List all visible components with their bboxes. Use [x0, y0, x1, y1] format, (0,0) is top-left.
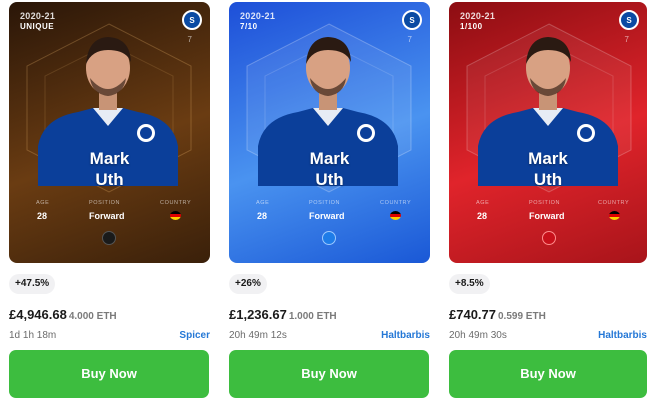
- germany-flag-icon: [609, 211, 620, 220]
- age-value: 28: [477, 211, 488, 221]
- player-last-name: Uth: [95, 170, 124, 189]
- age-label: AGE: [476, 200, 490, 206]
- position-value: Forward: [309, 211, 345, 221]
- age-label: AGE: [256, 200, 270, 206]
- price-eth: 1.000 ETH: [288, 311, 337, 322]
- season-label: 2020-21: [460, 11, 496, 21]
- time-left: 1d 1h 18m: [9, 330, 57, 341]
- schalke-crest-icon: S: [182, 10, 202, 30]
- price-fiat: £4,946.68: [9, 307, 67, 322]
- age-value: 28: [37, 211, 48, 221]
- price-eth: 4.000 ETH: [68, 311, 117, 322]
- time-left: 20h 49m 30s: [449, 330, 507, 341]
- shirt-number: 7: [624, 35, 629, 44]
- player-last-name: Uth: [533, 170, 563, 189]
- player-card[interactable]: 2020-21 UNIQUE S 7 Mark Uth AGE POSITION…: [9, 2, 210, 263]
- age-value: 28: [257, 211, 268, 221]
- rarity-label: 7/10: [240, 22, 258, 31]
- player-name: Mark Uth: [449, 148, 647, 190]
- buy-now-button[interactable]: Buy Now: [9, 350, 209, 398]
- player-first-name: Mark: [89, 149, 130, 168]
- schalke-crest-icon: S: [402, 10, 422, 30]
- card-column-2: 2020-21 7/10 S 7 Mark Uth AGE POSITION C…: [229, 0, 431, 401]
- seller-link[interactable]: Spicer: [179, 330, 210, 341]
- price-fiat: £1,236.67: [229, 307, 287, 322]
- position-label: POSITION: [309, 200, 341, 206]
- price-change-badge: +8.5%: [449, 274, 490, 294]
- ball-icon: [542, 231, 556, 245]
- season-label: 2020-21: [20, 11, 56, 21]
- shirt-number: 7: [187, 35, 192, 44]
- seller-link[interactable]: Haltbarbis: [381, 330, 430, 341]
- position-value: Forward: [89, 211, 125, 221]
- season-label: 2020-21: [240, 11, 276, 21]
- position-value: Forward: [529, 211, 565, 221]
- seller-link[interactable]: Haltbarbis: [598, 330, 647, 341]
- price-fiat: £740.77: [449, 307, 496, 322]
- country-label: COUNTRY: [160, 200, 192, 206]
- time-left: 20h 49m 12s: [229, 330, 287, 341]
- card-column-3: 2020-21 1/100 S 7 Mark Uth AGE POSITION …: [449, 0, 647, 401]
- price-eth: 0.599 ETH: [498, 311, 546, 322]
- buy-now-button[interactable]: Buy Now: [229, 350, 429, 398]
- germany-flag-icon: [170, 211, 181, 220]
- player-card[interactable]: 2020-21 1/100 S 7 Mark Uth AGE POSITION …: [449, 2, 647, 263]
- price: £1,236.67 1.000 ETH: [229, 307, 337, 322]
- player-card[interactable]: 2020-21 7/10 S 7 Mark Uth AGE POSITION C…: [229, 2, 430, 263]
- price-change-badge: +26%: [229, 274, 267, 294]
- price-change-badge: +47.5%: [9, 274, 56, 294]
- position-label: POSITION: [529, 200, 561, 206]
- schalke-crest-icon: S: [619, 10, 639, 30]
- position-label: POSITION: [89, 200, 121, 206]
- player-first-name: Mark: [309, 149, 350, 168]
- age-label: AGE: [36, 200, 50, 206]
- country-label: COUNTRY: [598, 200, 630, 206]
- price: £4,946.68 4.000 ETH: [9, 307, 117, 322]
- player-name: Mark Uth: [229, 148, 430, 190]
- shirt-number: 7: [407, 35, 412, 44]
- buy-now-button[interactable]: Buy Now: [449, 350, 647, 398]
- germany-flag-icon: [390, 211, 401, 220]
- player-name: Mark Uth: [9, 148, 210, 190]
- player-last-name: Uth: [315, 170, 344, 189]
- card-column-1: 2020-21 UNIQUE S 7 Mark Uth AGE POSITION…: [9, 0, 211, 401]
- player-first-name: Mark: [528, 149, 568, 168]
- price: £740.77 0.599 ETH: [449, 307, 546, 322]
- ball-icon: [102, 231, 116, 245]
- country-label: COUNTRY: [380, 200, 412, 206]
- ball-icon: [322, 231, 336, 245]
